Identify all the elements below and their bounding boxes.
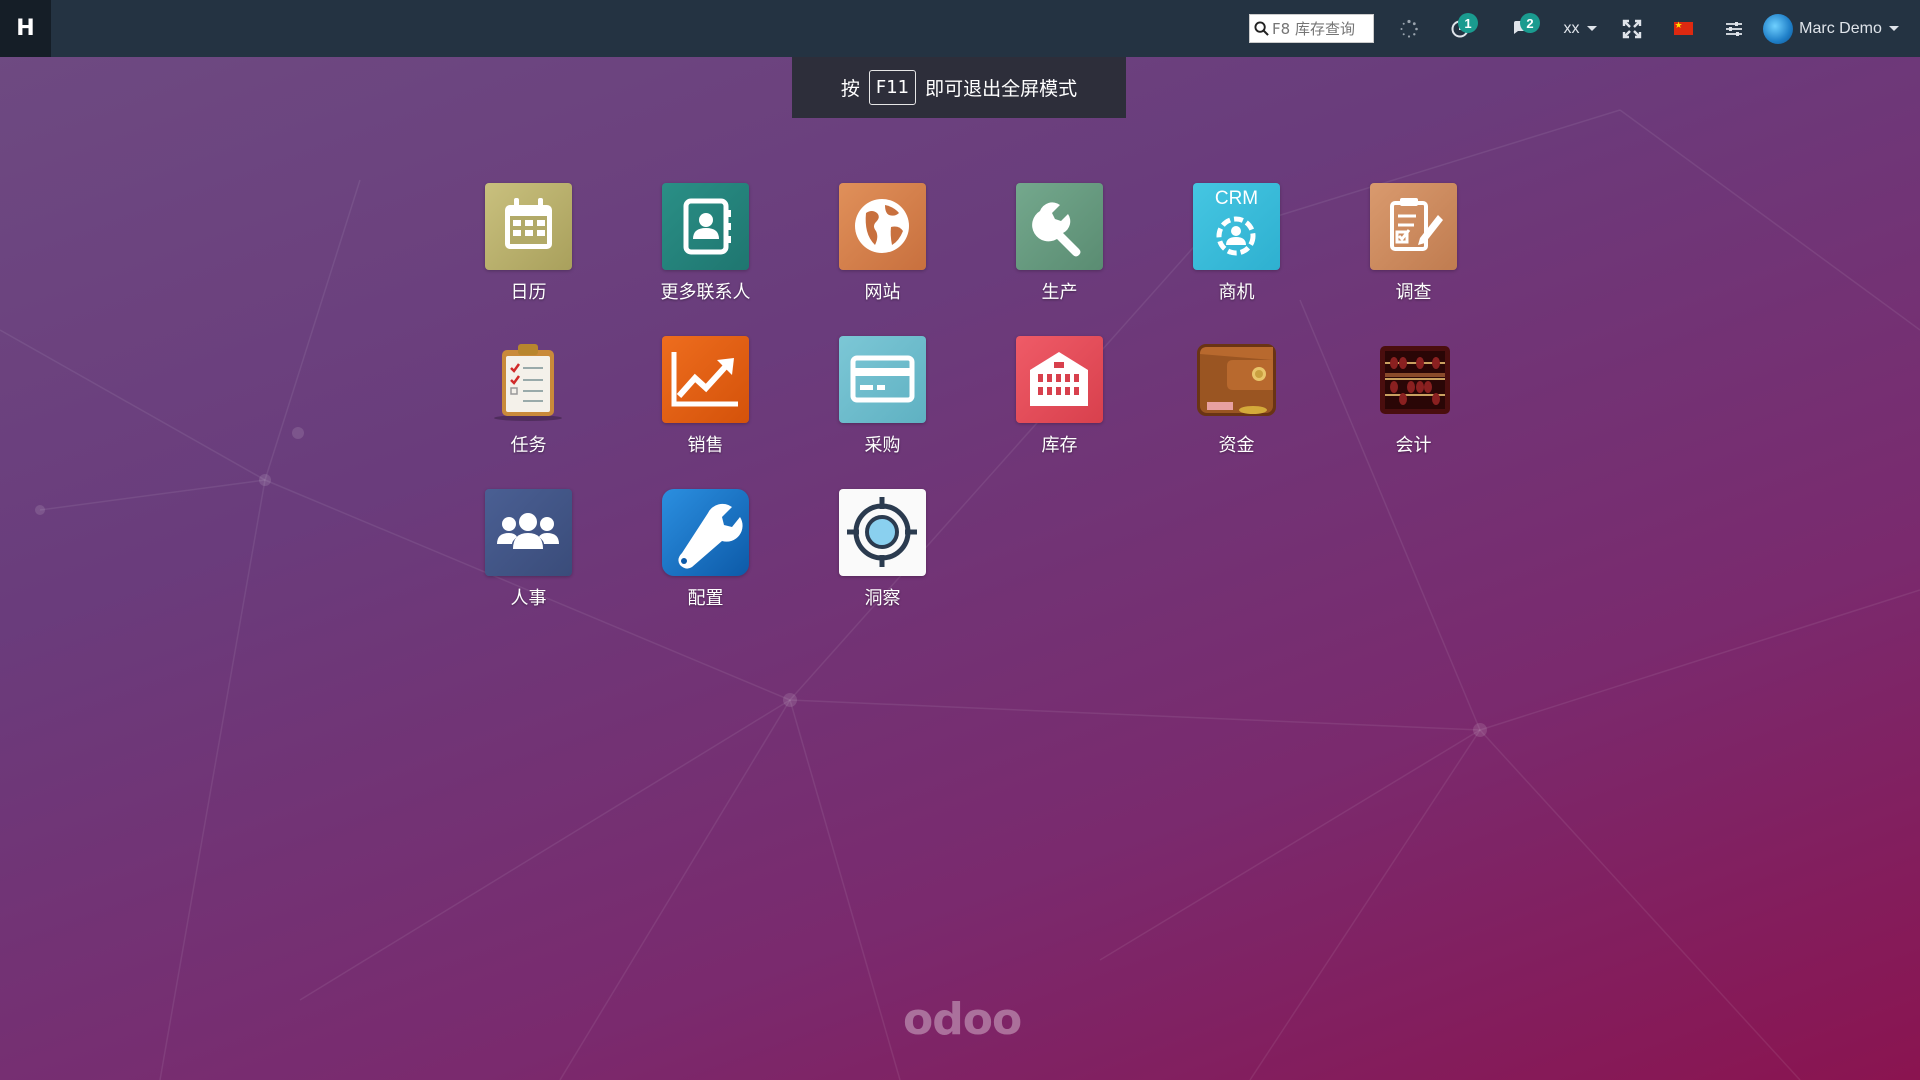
app-label: 调查 [1395, 282, 1432, 303]
app-insights[interactable]: 洞察 [794, 489, 971, 642]
app-label: 销售 [687, 435, 724, 456]
users-icon [485, 489, 572, 576]
settings-wrench-icon [662, 489, 749, 576]
app-hr[interactable]: 人事 [440, 489, 617, 642]
app-label: 配置 [687, 588, 724, 609]
app-inventory[interactable]: 库存 [971, 336, 1148, 489]
app-label: 采购 [864, 435, 901, 456]
search-input[interactable] [1272, 19, 1372, 38]
expand-icon [1622, 19, 1642, 38]
notice-prefix: 按 [840, 78, 860, 100]
search-icon [1254, 21, 1269, 36]
company-label: xx [1563, 19, 1580, 37]
odoo-logo: odoo [903, 994, 1022, 1045]
activity-count-badge: 1 [1458, 13, 1478, 33]
app-website[interactable]: 网站 [794, 183, 971, 336]
fullscreen-exit-notice: 按 F11 即可退出全屏模式 [792, 57, 1126, 118]
app-label: 洞察 [864, 588, 901, 609]
app-label: 人事 [510, 588, 547, 609]
crm-icon: CRM [1193, 183, 1280, 270]
quick-search-field[interactable] [1249, 14, 1374, 43]
survey-icon [1370, 183, 1457, 270]
user-name: Marc Demo [1799, 19, 1882, 37]
app-label: 日历 [510, 282, 547, 303]
china-flag-icon [1673, 20, 1693, 35]
target-icon [839, 489, 926, 576]
home-menu-button[interactable]: H [0, 0, 51, 57]
clipboard-icon [485, 336, 572, 423]
app-label: 会计 [1395, 435, 1432, 456]
top-navbar: H 1 [0, 0, 1920, 57]
chevron-down-icon [1888, 26, 1899, 31]
warehouse-icon [1016, 336, 1103, 423]
app-label: 生产 [1041, 282, 1078, 303]
app-funds[interactable]: 资金 [1148, 336, 1325, 489]
contacts-icon [662, 183, 749, 270]
credit-card-icon [839, 336, 926, 423]
app-grid: 日历 更多联系人 网站 生产 CRM 商机 调查 任务 销售 采购 库存 资金 … [440, 183, 1504, 642]
app-survey[interactable]: 调查 [1325, 183, 1502, 336]
app-label: 更多联系人 [660, 282, 751, 303]
app-label: 网站 [864, 282, 901, 303]
avatar [1763, 13, 1794, 44]
messaging-menu[interactable]: 2 [1490, 0, 1554, 57]
f11-key: F11 [868, 70, 917, 105]
wallet-icon [1193, 336, 1280, 423]
app-label: 任务 [510, 435, 547, 456]
fullscreen-toggle[interactable] [1606, 0, 1658, 57]
sliders-icon [1726, 21, 1742, 36]
app-purchase[interactable]: 采购 [794, 336, 971, 489]
activity-menu[interactable]: 1 [1430, 0, 1490, 57]
app-contacts[interactable]: 更多联系人 [617, 183, 794, 336]
abacus-icon [1370, 336, 1457, 423]
navbar-systray: 1 2 xx [1249, 0, 1920, 57]
notice-suffix: 即可退出全屏模式 [925, 78, 1078, 100]
globe-icon [839, 183, 926, 270]
sales-chart-icon [662, 336, 749, 423]
app-label: 资金 [1218, 435, 1255, 456]
chevron-down-icon [1586, 26, 1597, 31]
app-accounting[interactable]: 会计 [1325, 336, 1502, 489]
language-selector[interactable] [1658, 0, 1708, 57]
messages-count-badge: 2 [1520, 13, 1540, 33]
user-menu[interactable]: Marc Demo [1760, 0, 1920, 57]
settings-sliders[interactable] [1708, 0, 1760, 57]
app-label: 库存 [1041, 435, 1078, 456]
app-calendar[interactable]: 日历 [440, 183, 617, 336]
crm-icon-text: CRM [1215, 188, 1258, 209]
app-settings[interactable]: 配置 [617, 489, 794, 642]
app-sales[interactable]: 销售 [617, 336, 794, 489]
app-crm[interactable]: CRM 商机 [1148, 183, 1325, 336]
loading-spinner [1388, 0, 1430, 57]
company-switcher[interactable]: xx [1554, 0, 1606, 57]
wrench-icon [1016, 183, 1103, 270]
app-tasks[interactable]: 任务 [440, 336, 617, 489]
app-label: 商机 [1218, 282, 1255, 303]
calendar-icon [485, 183, 572, 270]
app-manufacturing[interactable]: 生产 [971, 183, 1148, 336]
spinner-icon [1400, 19, 1418, 38]
